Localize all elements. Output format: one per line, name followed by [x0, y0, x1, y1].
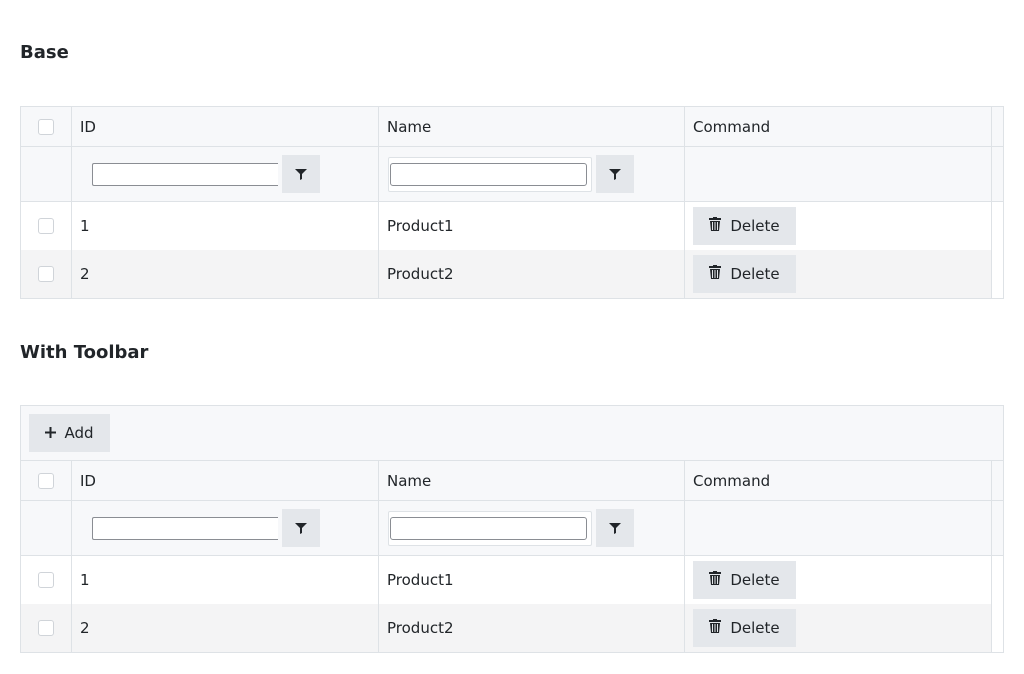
cell-id: 2 — [72, 250, 379, 298]
cell-command: Delete — [685, 556, 992, 604]
id-filter-button[interactable] — [282, 509, 320, 547]
filter-row — [21, 501, 1004, 556]
id-filter-input[interactable] — [92, 162, 278, 186]
add-button[interactable]: Add — [29, 414, 110, 452]
filter-cell-command — [685, 147, 992, 201]
cell-command: Delete — [685, 250, 992, 298]
filter-empty-cell — [21, 147, 72, 201]
name-filter-button[interactable] — [596, 155, 634, 193]
header-select-cell — [21, 107, 72, 146]
row-checkbox[interactable] — [38, 266, 54, 282]
filter-row — [21, 147, 1004, 202]
table-row: 1 Product1 Delete — [21, 556, 1004, 604]
delete-label: Delete — [730, 571, 780, 589]
plus-icon — [45, 424, 57, 442]
delete-label: Delete — [730, 265, 780, 283]
header-row: ID Name Command — [21, 460, 1004, 501]
scrollbar-gutter — [992, 147, 1004, 201]
scrollbar-gutter — [992, 202, 1004, 250]
cell-id: 2 — [72, 604, 379, 652]
select-all-checkbox[interactable] — [38, 472, 54, 489]
delete-button[interactable]: Delete — [693, 561, 796, 599]
cell-id: 1 — [72, 202, 379, 250]
cell-name: Product1 — [379, 556, 685, 604]
column-header-id[interactable]: ID — [72, 461, 379, 500]
trash-icon — [709, 217, 722, 235]
scrollbar-gutter — [992, 250, 1004, 298]
cell-command: Delete — [685, 202, 992, 250]
row-checkbox[interactable] — [38, 572, 54, 588]
cell-name: Product1 — [379, 202, 685, 250]
row-select-cell — [21, 250, 72, 298]
column-header-name[interactable]: Name — [379, 461, 685, 500]
column-header-id[interactable]: ID — [72, 107, 379, 146]
delete-button[interactable]: Delete — [693, 609, 796, 647]
section-title-with-toolbar: With Toolbar — [20, 342, 149, 363]
header-row: ID Name Command — [21, 106, 1004, 147]
column-header-command[interactable]: Command — [685, 107, 992, 146]
name-filter-input[interactable] — [390, 162, 587, 186]
delete-button[interactable]: Delete — [693, 255, 796, 293]
cell-name: Product2 — [379, 250, 685, 298]
table-row: 2 Product2 Delete — [21, 604, 1004, 652]
column-header-command[interactable]: Command — [685, 461, 992, 500]
trash-icon — [709, 571, 722, 589]
trash-icon — [709, 265, 722, 283]
name-filter-input[interactable] — [390, 516, 587, 540]
filter-cell-id — [72, 501, 379, 555]
scrollbar-gutter — [992, 556, 1004, 604]
name-filter-wrapper — [388, 510, 592, 546]
cell-id: 1 — [72, 556, 379, 604]
table-row: 1 Product1 Delete — [21, 202, 1004, 250]
filter-cell-name — [379, 501, 685, 555]
filter-cell-id — [72, 147, 379, 201]
filter-cell-command — [685, 501, 992, 555]
id-filter-button[interactable] — [282, 155, 320, 193]
table-row: 2 Product2 Delete — [21, 250, 1004, 298]
row-select-cell — [21, 202, 72, 250]
scrollbar-gutter — [992, 461, 1004, 500]
section-title-base: Base — [20, 42, 69, 63]
scrollbar-gutter — [992, 604, 1004, 652]
row-checkbox[interactable] — [38, 218, 54, 234]
scrollbar-gutter — [992, 107, 1004, 146]
filter-empty-cell — [21, 501, 72, 555]
trash-icon — [709, 619, 722, 637]
grid-base: ID Name Command 1 Product1 Delete 2 Product2 Del… — [20, 106, 1004, 299]
name-filter-wrapper — [388, 156, 592, 192]
name-filter-button[interactable] — [596, 509, 634, 547]
column-header-name[interactable]: Name — [379, 107, 685, 146]
grid-toolbar: Add — [21, 405, 1004, 460]
row-checkbox[interactable] — [38, 620, 54, 636]
row-select-cell — [21, 604, 72, 652]
select-all-checkbox[interactable] — [38, 118, 54, 135]
id-filter-input[interactable] — [92, 516, 278, 540]
header-select-cell — [21, 461, 72, 500]
grid-with-toolbar: Add ID Name Command 1 Product1 Delete 2 Product2… — [20, 405, 1004, 653]
delete-label: Delete — [730, 217, 780, 235]
cell-name: Product2 — [379, 604, 685, 652]
row-select-cell — [21, 556, 72, 604]
delete-button[interactable]: Delete — [693, 207, 796, 245]
delete-label: Delete — [730, 619, 780, 637]
add-button-label: Add — [64, 424, 94, 442]
scrollbar-gutter — [992, 501, 1004, 555]
filter-cell-name — [379, 147, 685, 201]
cell-command: Delete — [685, 604, 992, 652]
